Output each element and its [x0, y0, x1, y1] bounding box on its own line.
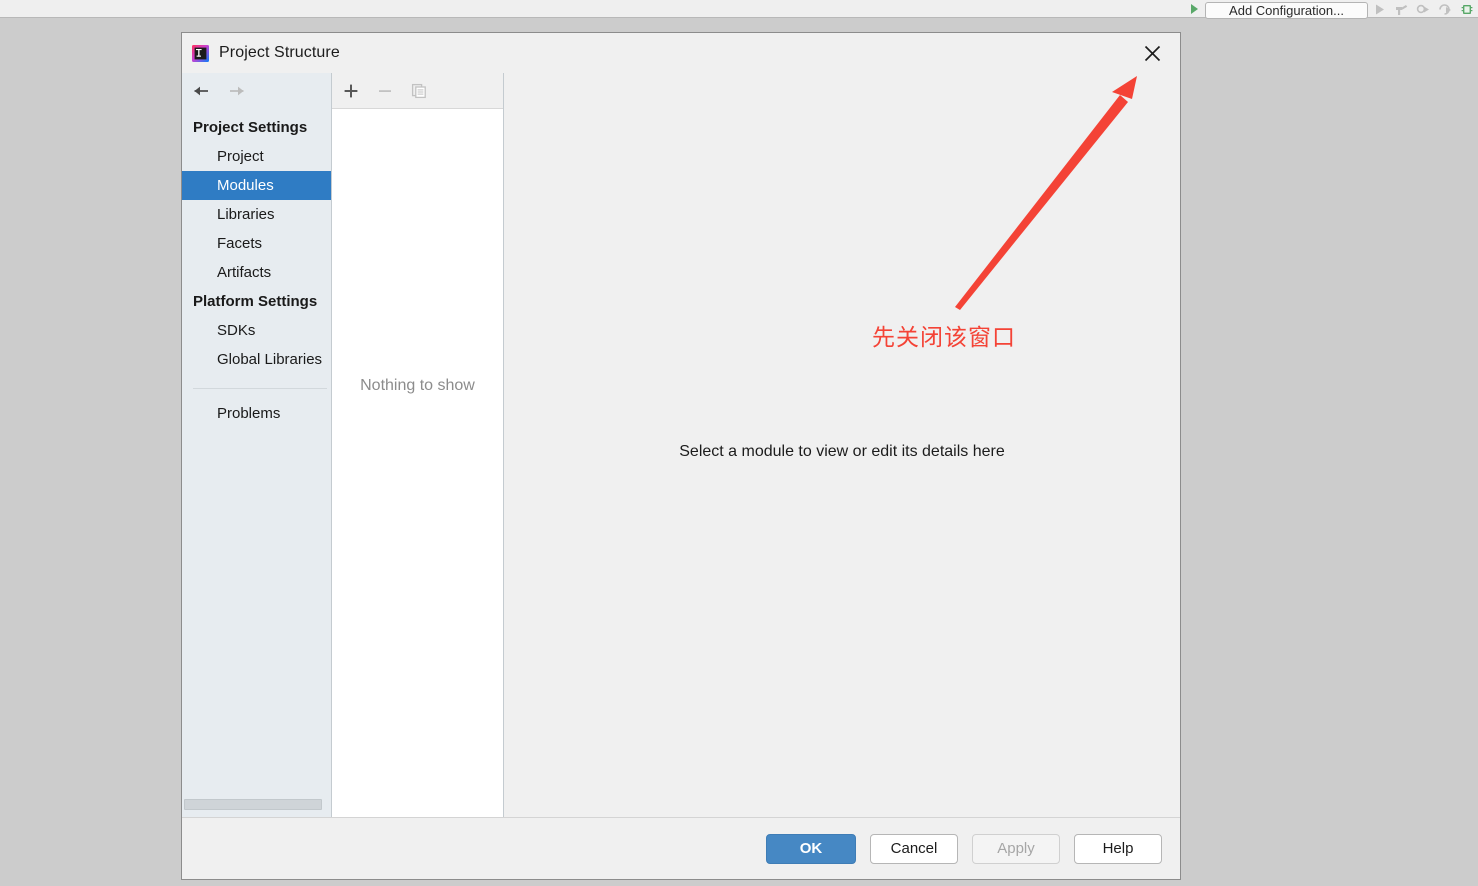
sidebar-group-platform-settings: Platform Settings	[193, 293, 318, 310]
database-green-icon[interactable]	[1456, 0, 1478, 18]
sidebar-scrollbar-thumb[interactable]	[184, 799, 322, 810]
remove-icon[interactable]	[374, 80, 396, 102]
sidebar-item-libraries[interactable]: Libraries	[182, 200, 331, 229]
modules-empty-text: Nothing to show	[360, 377, 475, 394]
sidebar-item-artifacts[interactable]: Artifacts	[182, 258, 331, 287]
dialog-body: Project Settings Project Modules Librari…	[182, 73, 1180, 817]
module-detail-hint: Select a module to view or edit its deta…	[679, 443, 1005, 460]
sidebar-item-problems[interactable]: Problems	[182, 399, 331, 428]
project-structure-dialog: Project Structure Project Settings Proje…	[181, 32, 1181, 880]
sidebar-item-modules[interactable]: Modules	[182, 171, 331, 200]
sidebar-group-project-settings: Project Settings	[193, 119, 308, 136]
dialog-titlebar: Project Structure	[182, 33, 1180, 73]
ok-button[interactable]: OK	[766, 833, 856, 864]
sidebar-horizontal-scrollbar[interactable]	[182, 798, 330, 811]
settings-sidebar: Project Settings Project Modules Librari…	[182, 73, 332, 817]
modules-toolbar	[332, 73, 503, 109]
run-configuration-label: Add Configuration...	[1229, 2, 1344, 18]
help-button[interactable]: Help	[1074, 833, 1162, 864]
run-configuration-selector[interactable]: Add Configuration...	[1205, 1, 1368, 19]
dialog-title: Project Structure	[219, 44, 340, 61]
modules-list-content[interactable]: Nothing to show	[332, 109, 503, 817]
settings-category-list: Project Settings Project Modules Librari…	[182, 109, 331, 817]
module-detail-panel: Select a module to view or edit its deta…	[504, 73, 1180, 817]
copy-icon[interactable]	[408, 80, 430, 102]
close-icon[interactable]	[1132, 37, 1172, 69]
intellij-idea-icon	[192, 44, 209, 62]
forward-arrow-icon[interactable]	[228, 82, 246, 100]
ide-toolbar: Add Configuration...	[1183, 0, 1478, 19]
build-hammer-icon[interactable]	[1390, 0, 1412, 18]
sidebar-nav-arrows	[182, 73, 331, 109]
sidebar-item-sdks[interactable]: SDKs	[182, 316, 331, 345]
apply-button[interactable]: Apply	[972, 833, 1060, 864]
cancel-button[interactable]: Cancel	[870, 833, 958, 864]
sidebar-separator	[193, 388, 327, 389]
add-icon[interactable]	[340, 80, 362, 102]
modules-list-panel: Nothing to show	[332, 73, 504, 817]
play-green-icon[interactable]	[1183, 0, 1205, 18]
run-with-coverage-icon[interactable]	[1434, 0, 1456, 18]
sidebar-item-global-libraries[interactable]: Global Libraries	[182, 345, 331, 374]
dialog-button-bar: OK Cancel Apply Help	[182, 817, 1180, 879]
sidebar-item-facets[interactable]: Facets	[182, 229, 331, 258]
run-icon[interactable]	[1368, 0, 1390, 18]
sidebar-item-project[interactable]: Project	[182, 142, 331, 171]
back-arrow-icon[interactable]	[192, 82, 210, 100]
debug-icon[interactable]	[1412, 0, 1434, 18]
ide-top-toolbar-strip: Add Configuration...	[0, 0, 1478, 19]
